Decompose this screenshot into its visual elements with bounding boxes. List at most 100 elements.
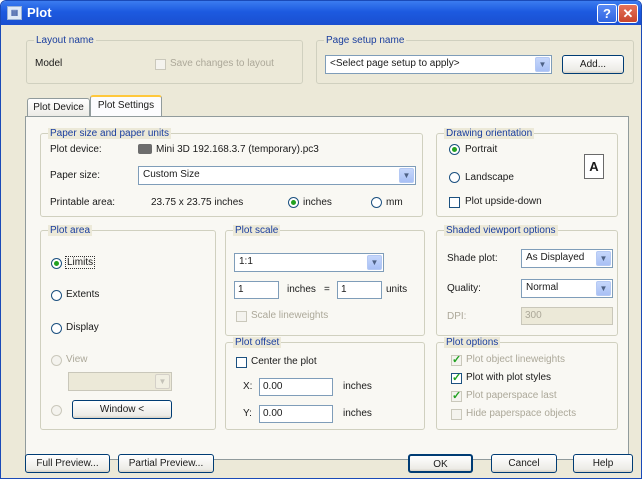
- hide-objects-label: Hide paperspace objects: [466, 408, 577, 419]
- plot-scale-legend: Plot scale: [233, 225, 281, 236]
- help-button[interactable]: Help: [573, 454, 633, 473]
- limits-radio[interactable]: [51, 258, 62, 269]
- view-select[interactable]: ▼: [68, 372, 172, 391]
- scale-inches-unit: inches: [287, 284, 316, 295]
- full-preview-button[interactable]: Full Preview...: [25, 454, 110, 473]
- drawing-orientation-group: Drawing orientation Portrait Landscape P…: [436, 128, 618, 217]
- chevron-down-icon[interactable]: ▼: [155, 374, 170, 389]
- portrait-label: Portrait: [465, 144, 498, 155]
- landscape-radio[interactable]: [449, 172, 460, 183]
- view-label: View: [66, 354, 88, 365]
- page-setup-select[interactable]: <Select page setup to apply> ▼: [325, 55, 552, 74]
- title-bar[interactable]: ▦ Plot ? ✕: [1, 1, 641, 25]
- page-setup-legend: Page setup name: [324, 35, 407, 46]
- save-changes-label: Save changes to layout: [170, 58, 274, 69]
- quality-selected: Normal: [526, 282, 559, 293]
- plot-styles-label: Plot with plot styles: [466, 372, 552, 383]
- paper-size-selected: Custom Size: [143, 169, 200, 180]
- dialog-body: Layout name Model Save changes to layout…: [4, 25, 638, 477]
- scale-lineweights-checkbox[interactable]: [236, 311, 247, 322]
- paperspace-last-checkbox[interactable]: [451, 389, 462, 402]
- printable-area-label: Printable area:: [50, 197, 116, 208]
- layout-name-value: Model: [35, 58, 63, 69]
- offset-y-label: Y:: [243, 408, 252, 419]
- hide-objects-checkbox[interactable]: [451, 409, 462, 420]
- view-radio[interactable]: [51, 355, 62, 366]
- scale-lineweights-label: Scale lineweights: [251, 310, 329, 321]
- plot-upside-down-label: Plot upside-down: [465, 196, 542, 207]
- printable-area-value: 23.75 x 23.75 inches: [151, 197, 244, 208]
- plot-offset-legend: Plot offset: [233, 337, 282, 348]
- plot-lineweights-label: Plot object lineweights: [466, 354, 565, 365]
- page-setup-group: Page setup name <Select page setup to ap…: [316, 35, 634, 84]
- quality-select[interactable]: Normal ▼: [521, 279, 613, 298]
- scale-inches-input[interactable]: 1: [234, 281, 279, 299]
- plot-area-legend: Plot area: [48, 225, 93, 236]
- plot-scale-select[interactable]: 1:1 ▼: [234, 253, 384, 272]
- unit-mm-radio[interactable]: [371, 197, 382, 208]
- cancel-button[interactable]: Cancel: [491, 454, 557, 473]
- plot-options-legend: Plot options: [444, 337, 501, 348]
- save-changes-checkbox[interactable]: [155, 59, 166, 70]
- portrait-radio[interactable]: [449, 144, 460, 155]
- chevron-down-icon[interactable]: ▼: [596, 251, 611, 266]
- offset-x-input[interactable]: 0.00: [259, 378, 333, 396]
- plot-app-icon: ▦: [7, 6, 22, 20]
- plot-scale-group: Plot scale 1:1 ▼ 1 inches = 1 units Scal…: [225, 225, 425, 336]
- plot-device-label: Plot device:: [50, 144, 102, 155]
- scale-equals: =: [324, 284, 330, 295]
- window-button[interactable]: Window <: [72, 400, 172, 419]
- chevron-down-icon[interactable]: ▼: [535, 57, 550, 72]
- display-label: Display: [66, 322, 99, 333]
- tab-plot-device[interactable]: Plot Device: [27, 98, 90, 116]
- paper-orientation-icon: A: [584, 154, 604, 179]
- dpi-input[interactable]: 300: [521, 307, 613, 325]
- add-page-setup-button[interactable]: Add...: [562, 55, 624, 74]
- display-radio[interactable]: [51, 323, 62, 334]
- paperspace-last-label: Plot paperspace last: [466, 390, 557, 401]
- scale-units-input[interactable]: 1: [337, 281, 382, 299]
- ok-button[interactable]: OK: [408, 454, 473, 473]
- paper-size-select[interactable]: Custom Size ▼: [138, 166, 416, 185]
- shade-plot-select[interactable]: As Displayed ▼: [521, 249, 613, 268]
- plot-styles-checkbox[interactable]: [451, 371, 462, 384]
- shade-plot-label: Shade plot:: [447, 253, 498, 264]
- chevron-down-icon[interactable]: ▼: [399, 168, 414, 183]
- center-plot-label: Center the plot: [251, 356, 317, 367]
- scale-units-label: units: [386, 284, 408, 295]
- window-radio[interactable]: [51, 405, 62, 416]
- unit-mm-label: mm: [386, 197, 403, 208]
- dpi-label: DPI:: [447, 311, 467, 322]
- plot-dialog: ▦ Plot ? ✕ Layout name Model Save change…: [0, 0, 642, 479]
- tab-plot-settings[interactable]: Plot Settings: [90, 95, 162, 116]
- unit-inches-radio[interactable]: [288, 197, 299, 208]
- paper-size-legend: Paper size and paper units: [48, 128, 171, 139]
- layout-name-group: Layout name Model Save changes to layout: [26, 35, 303, 84]
- offset-x-label: X:: [243, 381, 253, 392]
- extents-label: Extents: [66, 289, 100, 300]
- plot-upside-down-checkbox[interactable]: [449, 197, 460, 208]
- page-setup-selected: <Select page setup to apply>: [330, 58, 460, 69]
- plot-scale-selected: 1:1: [239, 256, 253, 267]
- unit-inches-label: inches: [303, 197, 332, 208]
- window-title: Plot: [27, 5, 52, 20]
- plot-offset-group: Plot offset Center the plot X: 0.00 inch…: [225, 337, 425, 430]
- shaded-viewport-group: Shaded viewport options Shade plot: As D…: [436, 225, 618, 336]
- offset-y-unit: inches: [343, 408, 372, 419]
- close-button[interactable]: ✕: [618, 4, 638, 23]
- quality-label: Quality:: [447, 283, 481, 294]
- partial-preview-button[interactable]: Partial Preview...: [118, 454, 214, 473]
- extents-radio[interactable]: [51, 290, 62, 301]
- chevron-down-icon[interactable]: ▼: [596, 281, 611, 296]
- plot-options-group: Plot options Plot object lineweights Plo…: [436, 337, 618, 430]
- plot-area-group: Plot area Limits Extents Display View ▼ …: [40, 225, 216, 430]
- center-plot-checkbox[interactable]: [236, 357, 247, 368]
- limits-label: Limits: [65, 256, 96, 269]
- chevron-down-icon[interactable]: ▼: [367, 255, 382, 270]
- offset-y-input[interactable]: 0.00: [259, 405, 333, 423]
- plot-lineweights-checkbox[interactable]: [451, 353, 462, 366]
- help-title-button[interactable]: ?: [597, 4, 617, 23]
- shaded-viewport-legend: Shaded viewport options: [444, 225, 558, 236]
- layout-name-legend: Layout name: [34, 35, 96, 46]
- shade-plot-selected: As Displayed: [526, 252, 585, 263]
